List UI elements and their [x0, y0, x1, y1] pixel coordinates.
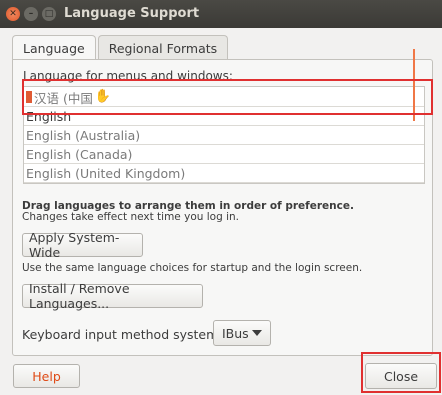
- window-title: Language Support: [64, 6, 200, 21]
- language-section-label: Language for menus and windows:: [23, 69, 233, 83]
- list-item[interactable]: English (Australia): [24, 126, 424, 145]
- maximize-window-icon[interactable]: □: [42, 7, 56, 21]
- list-item-dragged[interactable]: 汉语 (中国 ✋: [24, 88, 424, 107]
- close-button[interactable]: Close: [365, 363, 437, 389]
- language-support-window: ✕ – □ Language Support Language Regional…: [0, 0, 442, 395]
- minimize-window-icon[interactable]: –: [24, 7, 38, 21]
- tab-bar: Language Regional Formats: [12, 35, 230, 61]
- list-item[interactable]: English: [24, 107, 424, 126]
- close-window-icon[interactable]: ✕: [6, 7, 20, 21]
- keyboard-input-label: Keyboard input method system:: [22, 327, 223, 342]
- drag-hint: Changes take effect next time you log in…: [22, 211, 239, 223]
- keyboard-input-value: IBus: [222, 325, 249, 341]
- drag-hand-cursor-icon: ✋: [94, 89, 112, 104]
- tab-language[interactable]: Language: [12, 35, 96, 61]
- list-item-label: 汉语 (中国: [34, 90, 93, 106]
- apply-system-wide-button[interactable]: Apply System-Wide: [22, 230, 143, 260]
- title-bar[interactable]: ✕ – □ Language Support: [0, 0, 442, 28]
- apply-hint: Use the same language choices for startu…: [22, 262, 363, 274]
- tab-regional-formats[interactable]: Regional Formats: [97, 35, 229, 60]
- language-list[interactable]: 汉语 (中国 ✋ English English (Australia) Eng…: [23, 86, 425, 184]
- list-scrollbar[interactable]: [413, 49, 415, 121]
- list-item[interactable]: English (Canada): [24, 145, 424, 164]
- help-button[interactable]: Help: [13, 364, 80, 388]
- keyboard-input-select[interactable]: IBus: [213, 320, 271, 346]
- chevron-down-icon: [252, 330, 262, 336]
- drag-marker: [26, 91, 32, 103]
- install-remove-languages-button[interactable]: Install / Remove Languages...: [22, 281, 203, 311]
- list-item[interactable]: English (United Kingdom): [24, 164, 424, 183]
